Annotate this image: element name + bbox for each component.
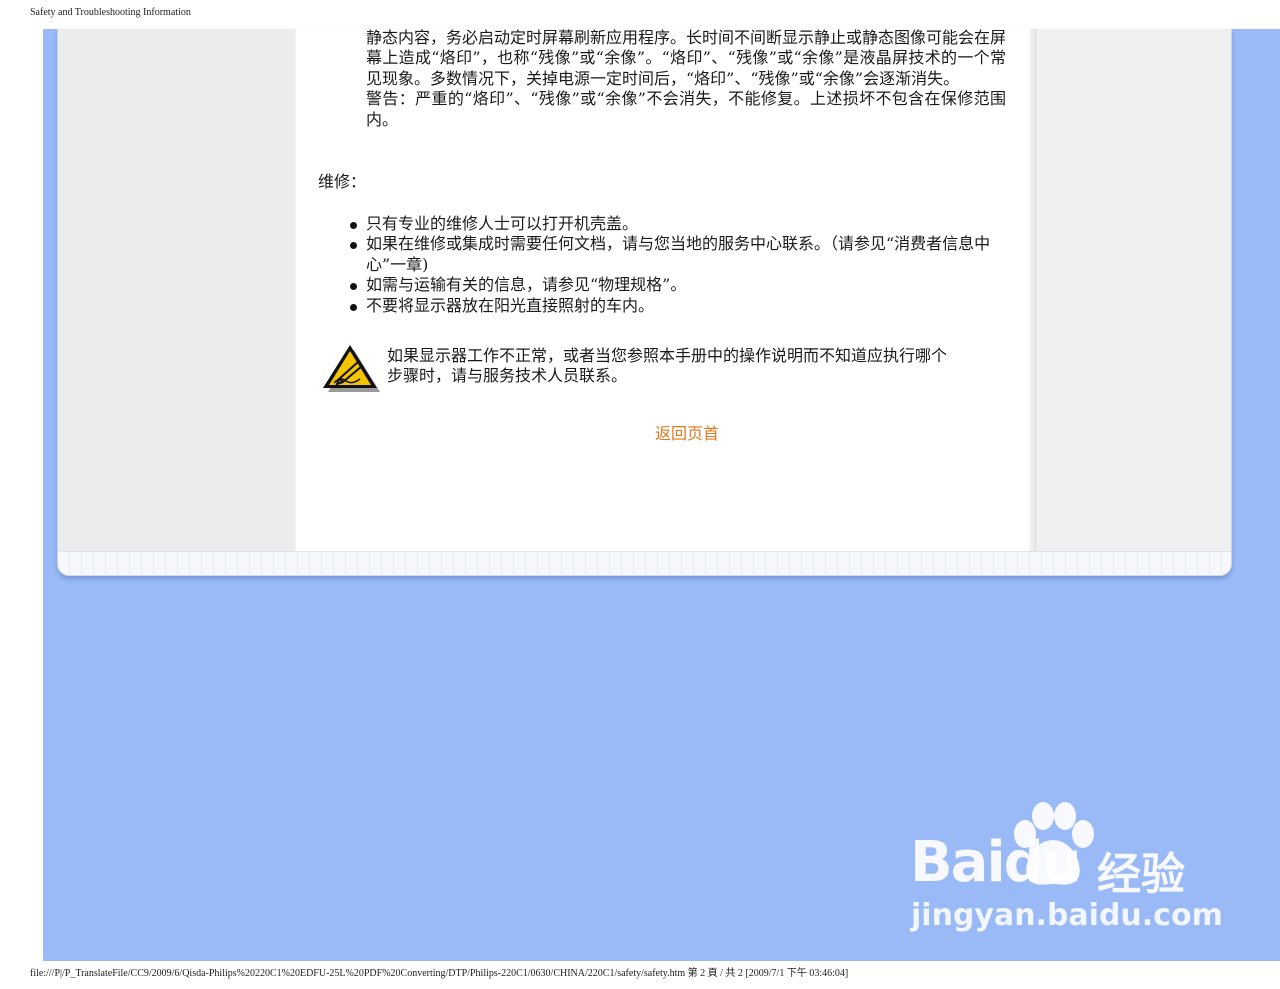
panel-footer-strip: [58, 551, 1231, 575]
left-sidebar: [58, 29, 295, 551]
warning-paragraph: 警告：严重的“烙印”、“残像”或“余像”不会消失，不能修复。上述损坏不包含在保修…: [366, 89, 1006, 129]
warning-triangle-icon: [323, 345, 380, 392]
baidu-watermark: Baidu 经验 jingyan.baidu.com: [905, 800, 1223, 940]
maintenance-list: 只有专业的维修人士可以打开机壳盖。 如果在维修或集成时需要任何文档，请与您当地的…: [344, 214, 1006, 316]
section-title-maintenance: 维修：: [318, 172, 367, 191]
list-item: 只有专业的维修人士可以打开机壳盖。: [344, 214, 1006, 234]
service-notice: 如果显示器工作不正常，或者当您参照本手册中的操作说明而不知道应执行哪个步骤时，请…: [387, 346, 948, 386]
bullet-icon: [350, 283, 357, 291]
print-footer: file:///P|/P_TranslateFile/CC9/2009/6/Qi…: [30, 968, 849, 979]
bullet-icon: [350, 242, 357, 250]
watermark-domain: jingyan.baidu.com: [911, 898, 1223, 933]
list-item: 不要将显示器放在阳光直接照射的车内。: [344, 296, 1006, 316]
list-item: 如需与运输有关的信息，请参见“物理规格”。: [344, 275, 1006, 295]
intro-paragraph: 静态内容，务必启动定时屏幕刷新应用程序。长时间不间断显示静止或静态图像可能会在屏…: [366, 28, 1007, 88]
watermark-brand: Baidu: [910, 830, 1082, 895]
print-header: Safety and Troubleshooting Information: [30, 7, 191, 18]
bullet-icon: [350, 222, 357, 229]
burn-in-text: 静态内容，务必启动定时屏幕刷新应用程序。长时间不间断显示静止或静态图像可能会在屏…: [366, 28, 1006, 130]
back-to-top-link[interactable]: 返回页首: [655, 420, 719, 444]
list-item: 如果在维修或集成时需要任何文档，请与您当地的服务中心联系。（请参见“消费者信息中…: [344, 234, 1006, 275]
bullet-icon: [350, 303, 357, 311]
right-sidebar: [1031, 29, 1231, 551]
watermark-chinese: 经验: [1097, 849, 1185, 900]
